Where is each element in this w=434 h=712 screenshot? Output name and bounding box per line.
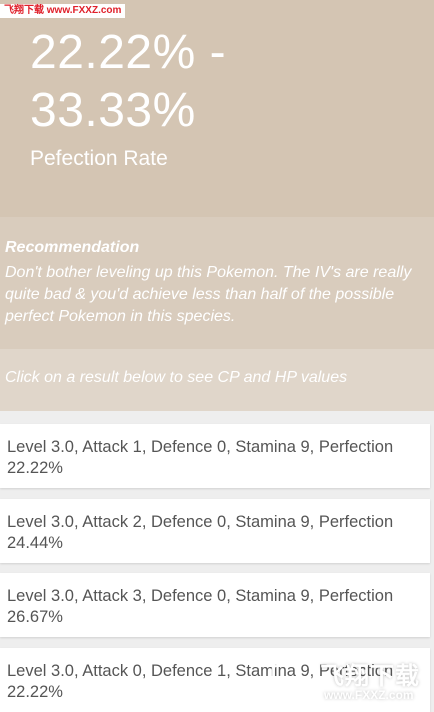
- result-item-4[interactable]: Level 3.0, Attack 0, Defence 1, Stamina …: [0, 648, 430, 712]
- perfection-range-line2: 33.33%: [30, 84, 196, 137]
- perfection-header: 22.22% - 33.33% Pefection Rate: [0, 0, 434, 217]
- perfection-range: 22.22% - 33.33%: [30, 24, 410, 140]
- results-hint: Click on a result below to see CP and HP…: [5, 369, 348, 386]
- result-text: Level 3.0, Attack 0, Defence 1, Stamina …: [7, 662, 394, 701]
- perfection-rate-label: Pefection Rate: [30, 147, 168, 170]
- result-text: Level 3.0, Attack 3, Defence 0, Stamina …: [7, 587, 394, 626]
- results-list: Level 3.0, Attack 1, Defence 0, Stamina …: [0, 411, 434, 712]
- result-item-1[interactable]: Level 3.0, Attack 1, Defence 0, Stamina …: [0, 424, 430, 488]
- result-item-2[interactable]: Level 3.0, Attack 2, Defence 0, Stamina …: [0, 499, 430, 563]
- recommendation-title: Recommendation: [5, 239, 140, 256]
- recommendation-body: Don't bother leveling up this Pokemon. T…: [5, 264, 412, 325]
- watermark-top: 飞翔下载 www.FXXZ.com: [0, 4, 126, 18]
- perfection-range-line1: 22.22% -: [30, 26, 227, 79]
- result-item-3[interactable]: Level 3.0, Attack 3, Defence 0, Stamina …: [0, 573, 430, 637]
- recommendation-panel: Recommendation Don't bother leveling up …: [0, 217, 434, 349]
- result-text: Level 3.0, Attack 2, Defence 0, Stamina …: [7, 513, 394, 552]
- results-hint-bar: Click on a result below to see CP and HP…: [0, 349, 434, 411]
- result-text: Level 3.0, Attack 1, Defence 0, Stamina …: [7, 438, 394, 477]
